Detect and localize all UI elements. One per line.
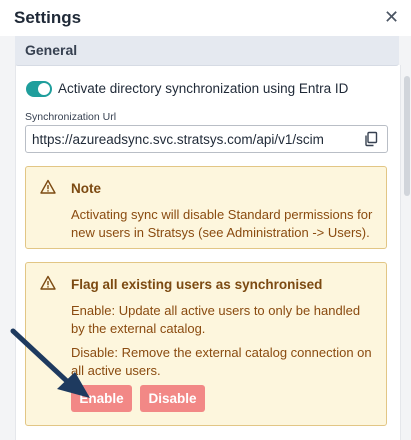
toggle-knob (38, 83, 50, 95)
enable-button[interactable]: Enable (71, 385, 132, 412)
note-title: Note (71, 181, 101, 196)
sync-toggle-label: Activate directory synchronization using… (58, 81, 349, 96)
close-icon[interactable]: ✕ (384, 8, 399, 26)
flag-users-alert: Flag all existing users as synchronised … (25, 262, 387, 426)
flag-title: Flag all existing users as synchronised (71, 277, 323, 292)
sync-toggle[interactable] (26, 81, 52, 97)
scrollbar[interactable] (403, 36, 411, 440)
scrollbar-thumb[interactable] (404, 76, 410, 196)
warning-icon (40, 275, 56, 291)
dialog-header: Settings ✕ (0, 0, 411, 36)
flag-disable-text: Disable: Remove the external catalog con… (71, 345, 372, 378)
dialog-title: Settings (14, 8, 82, 27)
disable-button[interactable]: Disable (140, 385, 205, 412)
sync-url-input[interactable] (32, 130, 352, 148)
note-alert: Note Activating sync will disable Standa… (25, 166, 387, 249)
copy-icon[interactable] (363, 131, 379, 147)
note-text: Activating sync will disable Standard pe… (71, 207, 373, 240)
sync-url-label: Synchronization Url (25, 111, 117, 123)
flag-enable-text: Enable: Update all active users to only … (71, 303, 361, 336)
section-header-general[interactable]: General (15, 36, 399, 66)
warning-icon (40, 179, 56, 195)
sync-url-field[interactable] (25, 125, 388, 153)
section-title: General (25, 42, 78, 58)
